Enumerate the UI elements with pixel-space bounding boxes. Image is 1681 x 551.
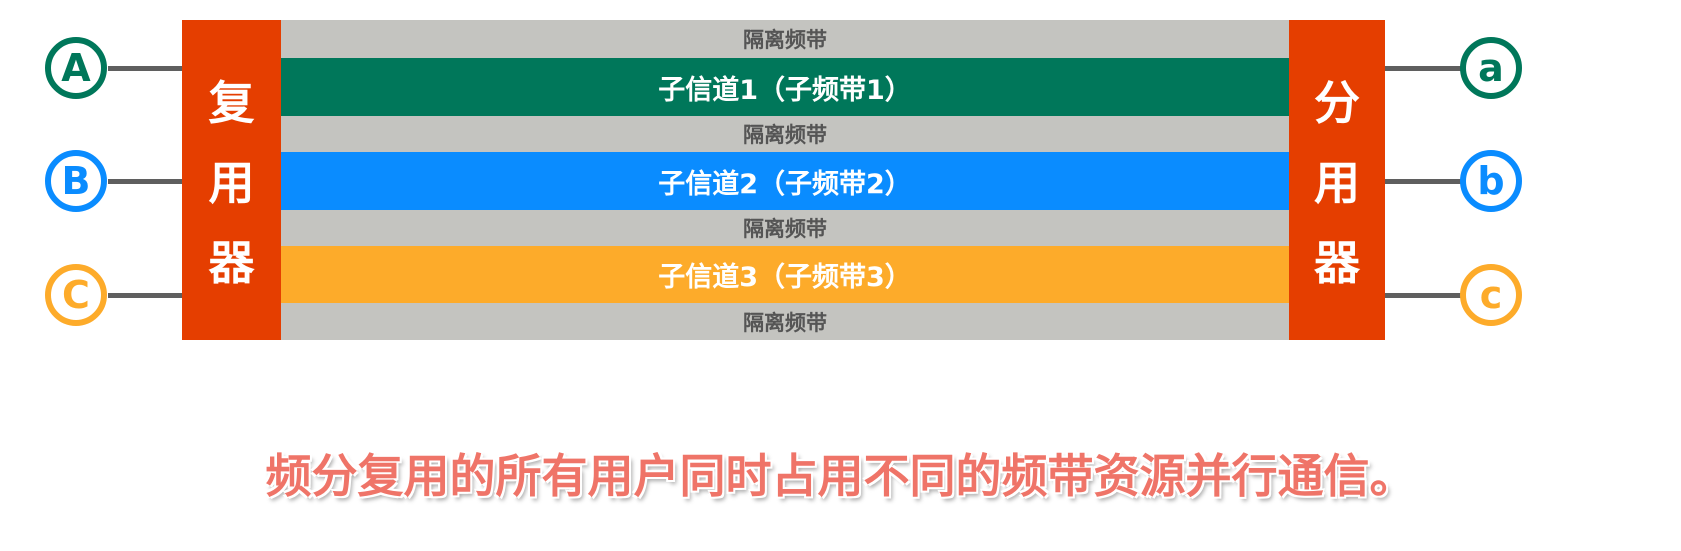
demultiplexer-char: 器 [1314,236,1360,290]
subchannel-2: 子信道2（子频带2） [281,152,1289,210]
connector-b-out [1385,179,1462,184]
demultiplexer-char: 用 [1314,156,1360,210]
input-b: B [45,150,107,212]
connector-a-out [1385,66,1462,71]
connector-b-in [108,179,182,184]
output-b: b [1460,150,1522,212]
connector-c-out [1385,293,1462,298]
guard-band: 隔离频带 [281,116,1289,152]
subchannel-3: 子信道3（子频带3） [281,246,1289,303]
caption: 频分复用的所有用户同时占用不同的频带资源并行通信。 [265,449,1416,503]
input-c: C [45,264,107,326]
multiplexer: 复 用 器 [182,20,281,340]
multiplexer-char: 复 [208,76,255,130]
output-c: c [1460,264,1522,326]
guard-band: 隔离频带 [281,303,1289,340]
subchannel-1: 子信道1（子频带1） [281,58,1289,116]
input-a: A [45,37,107,99]
output-a: a [1460,37,1522,99]
demultiplexer-char: 分 [1314,76,1360,130]
multiplexer-char: 用 [208,156,255,210]
multiplexer-char: 器 [208,236,255,290]
guard-band: 隔离频带 [281,210,1289,246]
guard-band: 隔离频带 [281,20,1289,58]
connector-a-in [108,66,182,71]
connector-c-in [108,293,182,298]
demultiplexer: 分 用 器 [1289,20,1385,340]
